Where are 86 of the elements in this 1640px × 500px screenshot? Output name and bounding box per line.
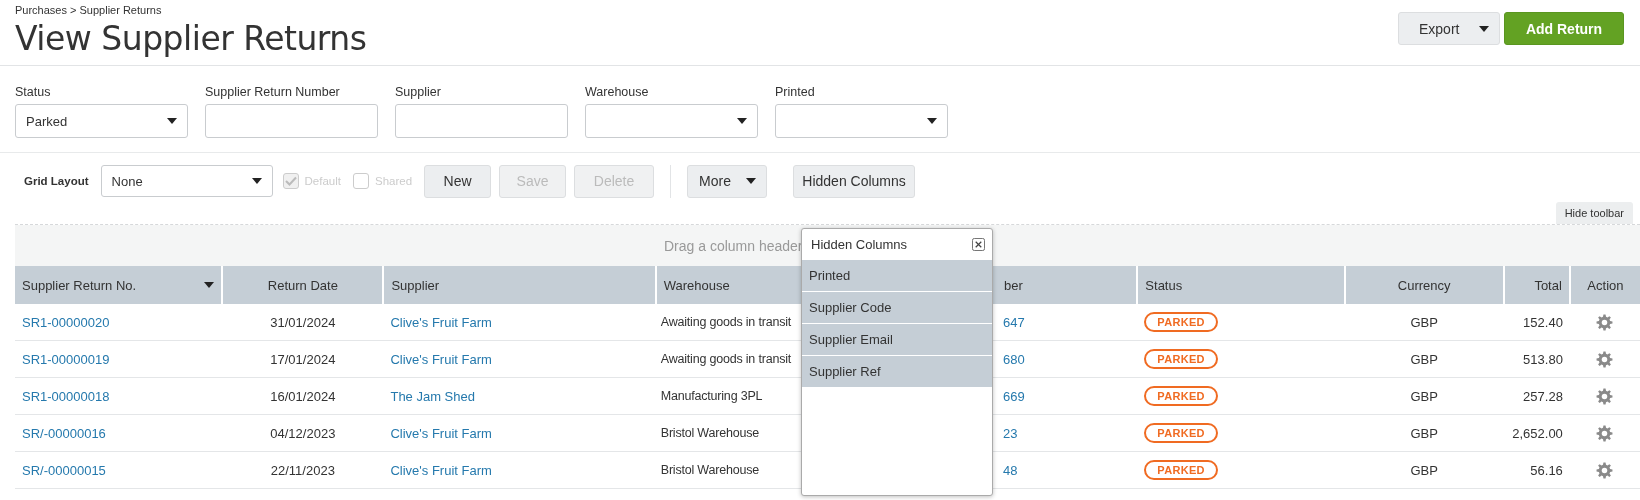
input-field[interactable] — [205, 104, 378, 138]
breadcrumb: Purchases > Supplier Returns — [15, 4, 163, 16]
table-cell: 22/11/2023 — [270, 462, 335, 478]
column-header[interactable]: Total — [1534, 277, 1562, 293]
table-cell: 31/01/2024 — [270, 314, 336, 330]
link[interactable]: 23 — [1002, 425, 1018, 441]
link[interactable]: SR/-00000016 — [22, 425, 106, 441]
gear-icon — [1596, 387, 1614, 405]
export-button[interactable]: Export — [1398, 12, 1500, 45]
link[interactable]: Clive's Fruit Farm — [390, 462, 492, 478]
table-cell: 16/01/2024 — [270, 388, 336, 404]
link[interactable]: SR1-00000020 — [22, 314, 110, 330]
link[interactable]: 48 — [1002, 462, 1018, 478]
table-cell: Awaiting goods in transit — [660, 352, 792, 366]
link[interactable]: SR/-00000015 — [22, 462, 106, 478]
group-hint: Drag a column header — [664, 237, 803, 254]
grid-layout-dropdown[interactable]: None — [100, 165, 273, 197]
link[interactable]: Clive's Fruit Farm — [390, 314, 492, 330]
table-cell: 2,652.00 — [1512, 425, 1563, 441]
toolbar-button[interactable]: New — [424, 164, 492, 198]
dropdown-field[interactable] — [775, 104, 948, 138]
link[interactable]: SR1-00000018 — [22, 388, 110, 404]
table-cell: GBP — [1410, 351, 1438, 367]
column-header[interactable]: Currency — [1397, 277, 1451, 293]
column-header[interactable]: Status — [1145, 277, 1183, 293]
link[interactable]: 680 — [1002, 351, 1025, 367]
column-header[interactable]: Warehouse — [663, 277, 730, 293]
field-label: Printed — [775, 85, 816, 99]
dropdown-field[interactable] — [585, 104, 758, 138]
popup-item[interactable]: Supplier Email — [802, 323, 992, 355]
link[interactable]: SR1-00000019 — [22, 351, 110, 367]
gear-icon — [1596, 424, 1614, 442]
more-button[interactable]: More — [687, 164, 768, 198]
grid-layout-label: Grid Layout — [24, 175, 89, 187]
hide-toolbar-button[interactable]: Hide toolbar — [1555, 202, 1633, 224]
link[interactable]: 669 — [1002, 388, 1025, 404]
table-cell: 152.40 — [1523, 314, 1563, 330]
popup-title: Hidden Columns — [811, 236, 908, 252]
status-badge: PARKED — [1144, 312, 1218, 332]
field-label: Supplier Return Number — [205, 85, 341, 99]
caret-icon — [746, 178, 757, 184]
table-cell: Manufacturing 3PL — [660, 389, 763, 403]
table-cell: Bristol Warehouse — [660, 426, 760, 440]
caret-icon — [204, 281, 215, 288]
check-icon — [284, 176, 297, 186]
table-cell: GBP — [1410, 314, 1438, 330]
input-field[interactable] — [395, 104, 568, 138]
table-cell: GBP — [1410, 462, 1438, 478]
link[interactable]: Clive's Fruit Farm — [390, 425, 492, 441]
hidden-columns-button[interactable]: Hidden Columns — [793, 164, 916, 198]
gear-icon — [1596, 313, 1614, 331]
field-label: Warehouse — [585, 85, 650, 99]
status-badge: PARKED — [1144, 386, 1218, 406]
link[interactable]: The Jam Shed — [390, 388, 475, 404]
caret-icon — [737, 118, 747, 124]
status-badge: PARKED — [1144, 423, 1218, 443]
field-label: Status — [15, 85, 52, 99]
table-cell: GBP — [1410, 425, 1438, 441]
table-cell: 04/12/2023 — [270, 425, 336, 441]
popup-item[interactable]: Supplier Ref — [802, 355, 992, 387]
column-header[interactable]: Supplier — [391, 277, 440, 293]
popup-item[interactable]: Printed — [802, 259, 992, 291]
column-header[interactable]: Return Date — [267, 277, 338, 293]
status-badge: PARKED — [1144, 349, 1218, 369]
table-cell: 17/01/2024 — [270, 351, 336, 367]
table-cell: Bristol Warehouse — [660, 463, 760, 477]
dropdown-field[interactable]: Parked — [15, 104, 188, 138]
gear-icon — [1596, 461, 1614, 479]
link[interactable]: Clive's Fruit Farm — [390, 351, 492, 367]
link[interactable]: 647 — [1002, 314, 1025, 330]
table-cell: 56.16 — [1530, 462, 1563, 478]
table-cell: Awaiting goods in transit — [660, 315, 792, 329]
gear-icon — [1596, 350, 1614, 368]
field-label: Supplier — [395, 85, 442, 99]
table-cell: 513.80 — [1523, 351, 1563, 367]
column-header[interactable]: ber — [1003, 277, 1023, 293]
caret-icon — [1479, 25, 1489, 32]
close-icon — [972, 237, 985, 251]
popup-item[interactable]: Supplier Code — [802, 291, 992, 323]
caret-icon — [167, 118, 177, 124]
table-cell: GBP — [1410, 388, 1438, 404]
page-title: View Supplier Returns — [15, 19, 367, 59]
caret-icon — [251, 178, 262, 184]
caret-icon — [927, 118, 937, 124]
table-cell: 257.28 — [1523, 388, 1563, 404]
status-badge: PARKED — [1144, 460, 1218, 480]
